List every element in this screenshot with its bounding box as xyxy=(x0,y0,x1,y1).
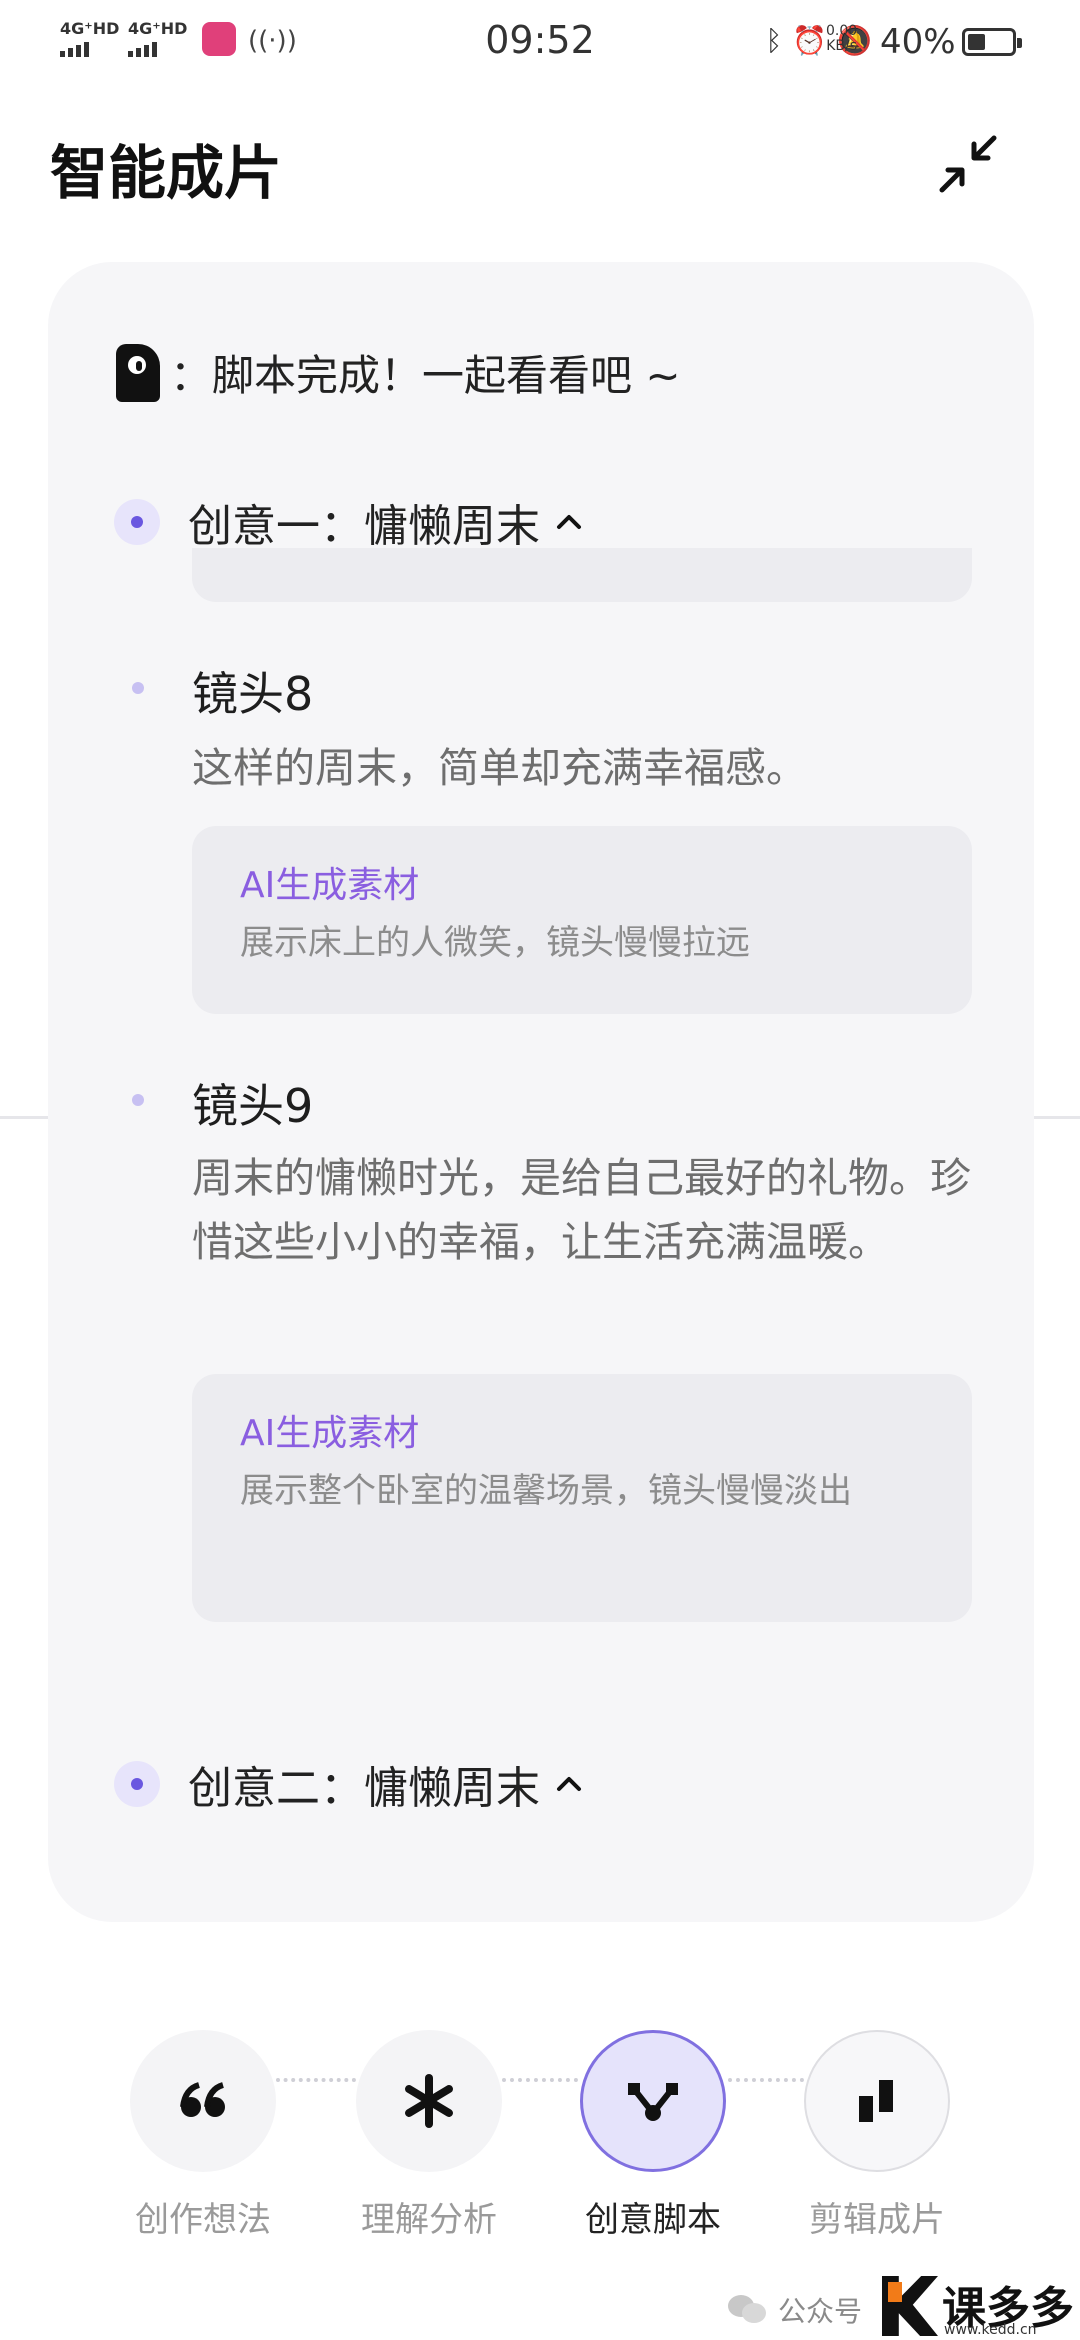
battery-fill xyxy=(968,34,985,50)
shot-title: 镜头9 xyxy=(192,1079,314,1133)
step-creative-script[interactable]: 创意脚本 xyxy=(580,2030,726,2241)
assistant-avatar-icon xyxy=(116,343,160,402)
idea-title: 创意一：慵懒周末 xyxy=(188,501,540,552)
step-label: 剪辑成片 xyxy=(809,2200,945,2240)
collapse-arrows-icon[interactable] xyxy=(936,132,1000,196)
idea-title: 创意二：慵懒周末 xyxy=(188,1763,540,1814)
step-analysis[interactable]: 理解分析 xyxy=(356,2030,502,2241)
shot-bullet-icon xyxy=(132,1094,144,1106)
shot-bullet-icon xyxy=(132,682,144,694)
wechat-icon xyxy=(728,2295,768,2325)
ai-material-card[interactable]: AI生成素材 展示整个卧室的温馨场景，镜头慢慢淡出 xyxy=(192,1374,972,1622)
ai-material-card[interactable]: AI生成素材 展示床上的人微笑，镜头慢慢拉远 xyxy=(192,826,972,1014)
brand-url: www.kedd.cn xyxy=(944,2322,1037,2338)
battery-percent: 40% xyxy=(880,22,956,62)
step-creative-idea[interactable]: 创作想法 xyxy=(130,2030,276,2241)
quote-icon xyxy=(180,2082,225,2117)
clipped-ai-card xyxy=(192,548,972,602)
step-label: 创意脚本 xyxy=(585,2200,721,2240)
completion-message: ： 脚本完成！一起看看吧 ~ xyxy=(116,342,681,403)
chevron-up-icon[interactable] xyxy=(554,1769,584,1799)
divider-right xyxy=(1034,1116,1080,1119)
idea-header-1[interactable]: 创意一：慵懒周末 xyxy=(114,490,584,554)
speed-unit: KB/s xyxy=(826,38,857,54)
brand-mark-accent xyxy=(888,2282,902,2302)
asterisk-icon xyxy=(405,2074,453,2128)
shot-text: 周末的慵懒时光，是给自己最好的礼物。珍惜这些小小的幸福，让生活充满温暖。 xyxy=(192,1154,971,1266)
shot-title: 镜头8 xyxy=(192,667,314,721)
watermark-text: 公众号 xyxy=(778,2295,863,2328)
speed-value: 0.00 xyxy=(826,23,858,39)
ai-material-label: AI生成素材 xyxy=(240,865,420,906)
step-connector xyxy=(728,2078,804,2082)
completion-prefix: ： xyxy=(170,351,213,400)
chevron-up-icon[interactable] xyxy=(554,507,584,537)
status-bar: 4G⁺HD 4G⁺HD ((·)) 09:52 ᛒ ⏰ 🔕 0.00 KB/s … xyxy=(0,0,1080,84)
idea-header-2[interactable]: 创意二：慵懒周末 xyxy=(114,1752,584,1816)
ai-material-desc: 展示床上的人微笑，镜头慢慢拉远 xyxy=(240,923,750,963)
network-speed: 0.00 KB/s xyxy=(826,24,857,54)
step-circle[interactable] xyxy=(804,2030,950,2172)
alarm-icon: ⏰ xyxy=(792,24,828,57)
completion-text: 脚本完成！一起看看吧 ~ xyxy=(212,351,681,400)
shot-text: 这样的周末，简单却充满幸福感。 xyxy=(192,744,807,792)
step-circle[interactable] xyxy=(130,2030,276,2172)
battery-icon xyxy=(962,28,1022,56)
ai-material-label: AI生成素材 xyxy=(240,1413,420,1454)
idea-bullet-icon xyxy=(114,499,160,545)
step-circle[interactable] xyxy=(580,2030,726,2172)
ai-material-desc: 展示整个卧室的温馨场景，镜头慢慢淡出 xyxy=(240,1471,852,1511)
watermark: 公众号 xyxy=(728,2290,862,2330)
step-connector xyxy=(502,2078,578,2082)
page-title: 智能成片 xyxy=(50,139,283,207)
step-edit-video[interactable]: 剪辑成片 xyxy=(804,2030,950,2241)
step-label: 创作想法 xyxy=(135,2200,271,2240)
bluetooth-icon: ᛒ xyxy=(765,24,783,57)
idea-bullet-icon xyxy=(114,1761,160,1807)
step-connector xyxy=(276,2078,356,2082)
step-label: 理解分析 xyxy=(361,2200,497,2240)
bars-icon xyxy=(859,2080,893,2122)
divider-left xyxy=(0,1116,48,1119)
brand-logo: 课多多 www.kedd.cn xyxy=(882,2272,1080,2340)
nodes-icon xyxy=(628,2083,678,2121)
step-circle[interactable] xyxy=(356,2030,502,2172)
